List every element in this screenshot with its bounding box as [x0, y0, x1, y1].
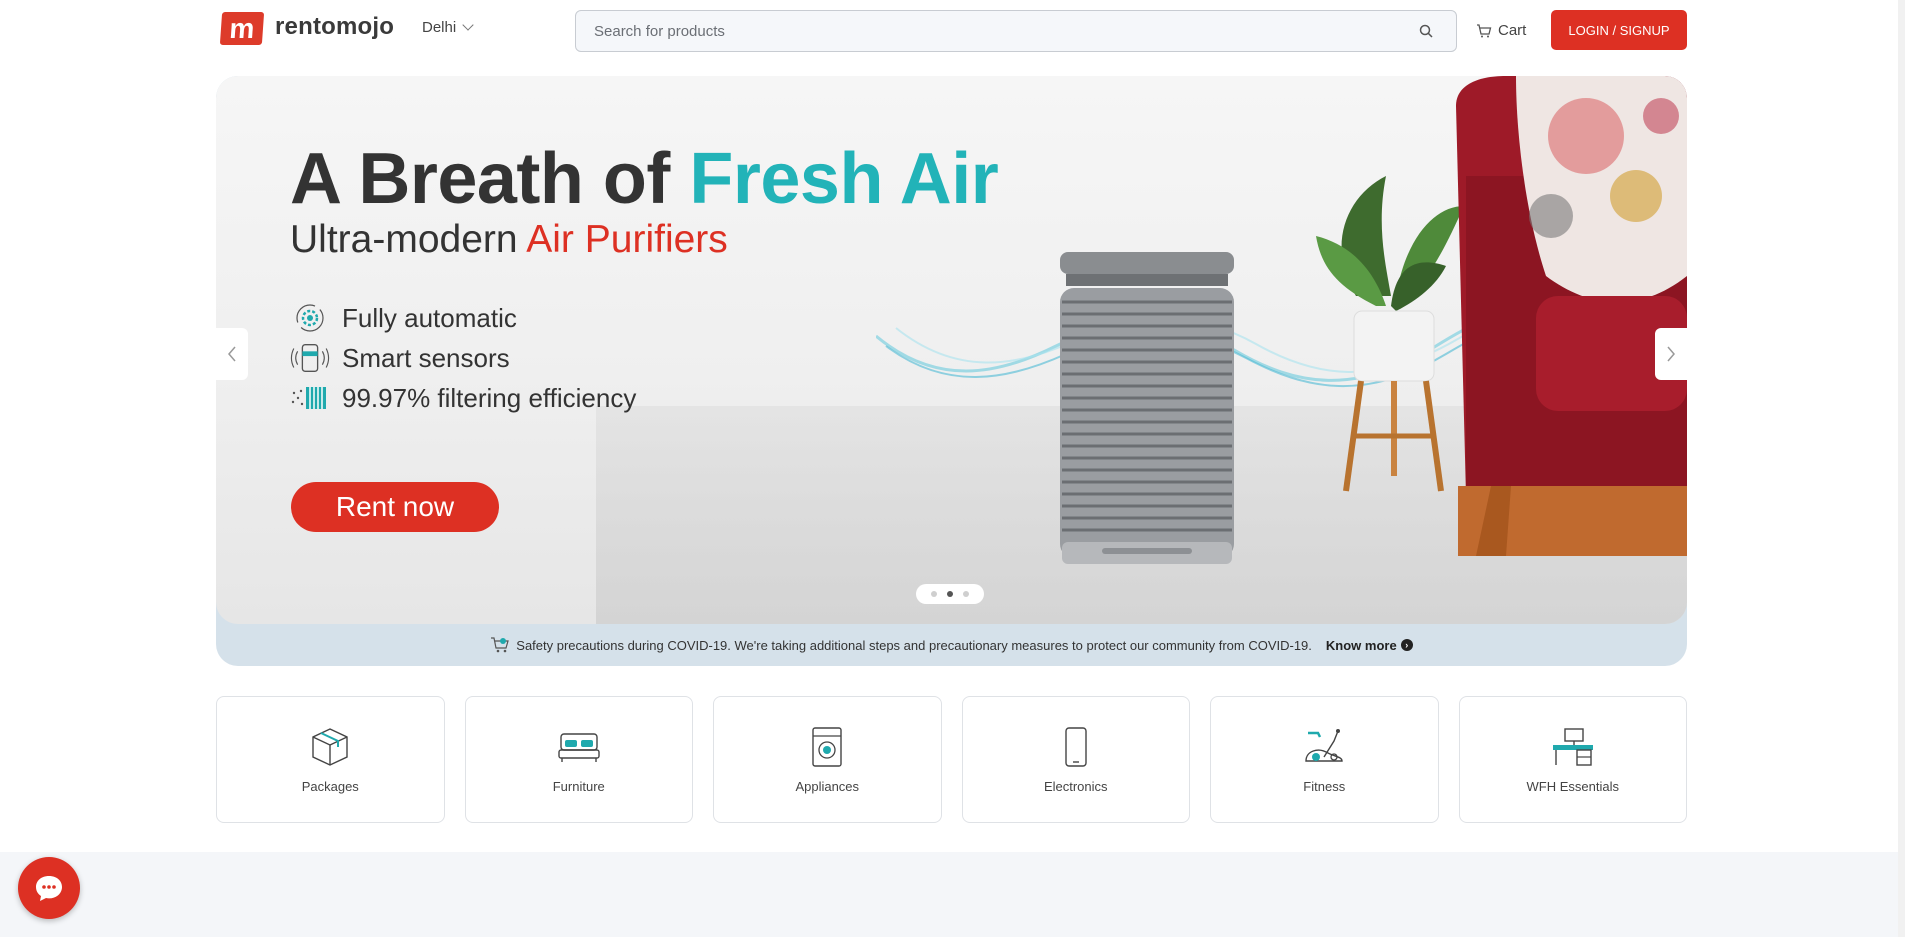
category-furniture[interactable]: Furniture	[464, 696, 693, 823]
city-selector[interactable]: Delhi	[422, 19, 474, 36]
hero-banner-container: A Breath of Fresh Air Ultra-modern Air P…	[216, 76, 1687, 666]
category-label: Packages	[301, 779, 359, 794]
category-label: Furniture	[552, 779, 605, 794]
category-list: Packages Furniture Appliances Electronic…	[216, 696, 1687, 823]
logo-text[interactable]: rentomojo	[275, 13, 394, 41]
gear-cycle-icon	[290, 301, 330, 335]
feature-list: Fully automatic Smart sensors 99.97% fil…	[290, 298, 636, 418]
air-purifier-image	[1060, 252, 1234, 564]
covid-notice-text: Safety precautions during COVID-19. We'r…	[516, 637, 1312, 653]
covid-notice: Safety precautions during COVID-19. We'r…	[216, 624, 1687, 666]
page: m rentomojo Delhi Cart LOGIN / SIGNUP	[0, 0, 1905, 937]
chevron-down-icon	[462, 19, 474, 31]
know-more-label: Know more	[1325, 637, 1397, 653]
chevron-right-icon	[1667, 346, 1675, 362]
filter-icon	[290, 381, 330, 415]
carousel-next-button[interactable]	[1655, 328, 1687, 380]
header: m rentomojo Delhi Cart LOGIN / SIGNUP	[0, 0, 1905, 62]
sensor-icon	[290, 341, 330, 375]
page-scrollbar[interactable]	[1898, 0, 1905, 937]
search-bar	[575, 10, 1457, 52]
logo-mark[interactable]: m	[219, 12, 265, 45]
login-signup-button[interactable]: LOGIN / SIGNUP	[1551, 10, 1687, 50]
category-fitness[interactable]: Fitness	[1210, 696, 1439, 823]
feature-item: 99.97% filtering efficiency	[290, 378, 636, 418]
feature-item: Fully automatic	[290, 298, 636, 338]
bed-icon	[556, 725, 602, 769]
content-section-background	[0, 852, 1905, 937]
feature-item: Smart sensors	[290, 338, 636, 378]
exercise-bike-icon	[1301, 725, 1347, 769]
banner-subline: Ultra-modern Air Purifiers	[290, 218, 728, 262]
carousel-dot-active[interactable]	[947, 591, 953, 597]
category-label: Appliances	[795, 779, 860, 794]
rent-now-button[interactable]: Rent now	[291, 482, 499, 532]
arrow-right-circle-icon: ›	[1400, 639, 1413, 651]
category-packages[interactable]: Packages	[216, 696, 445, 823]
carousel-dots	[916, 584, 984, 604]
know-more-link[interactable]: Know more ›	[1326, 638, 1413, 653]
sofa-image	[1456, 76, 1687, 556]
search-input[interactable]	[576, 11, 1456, 51]
category-label: WFH Essentials	[1526, 779, 1619, 794]
chat-bubble-icon	[36, 876, 62, 901]
category-wfh-essentials[interactable]: WFH Essentials	[1458, 696, 1687, 823]
carousel-dot[interactable]	[931, 591, 937, 597]
smartphone-icon	[1053, 725, 1099, 769]
washing-machine-icon	[804, 725, 850, 769]
hero-banner[interactable]: A Breath of Fresh Air Ultra-modern Air P…	[216, 76, 1687, 624]
category-label: Fitness	[1303, 779, 1346, 794]
cart-icon	[1477, 23, 1492, 37]
banner-headline: A Breath of Fresh Air	[290, 138, 999, 220]
package-box-icon	[307, 725, 353, 769]
subline-text: Ultra-modern	[290, 218, 527, 261]
chat-support-button[interactable]	[18, 857, 80, 919]
category-label: Electronics	[1043, 779, 1108, 794]
feature-label: 99.97% filtering efficiency	[342, 382, 637, 413]
subline-accent: Air Purifiers	[526, 218, 728, 261]
desk-icon	[1550, 725, 1596, 769]
cart-link[interactable]: Cart	[1476, 22, 1526, 39]
search-icon[interactable]	[1418, 23, 1434, 39]
feature-label: Smart sensors	[342, 342, 510, 373]
chevron-left-icon	[228, 346, 236, 362]
headline-accent: Fresh Air	[689, 139, 999, 219]
cart-label: Cart	[1498, 22, 1527, 39]
city-label: Delhi	[422, 19, 457, 36]
category-appliances[interactable]: Appliances	[713, 696, 942, 823]
category-electronics[interactable]: Electronics	[961, 696, 1190, 823]
carousel-dot[interactable]	[963, 591, 969, 597]
carousel-prev-button[interactable]	[216, 328, 248, 380]
headline-text: A Breath of	[290, 139, 690, 219]
feature-label: Fully automatic	[342, 302, 517, 333]
safety-cart-icon	[491, 637, 510, 653]
